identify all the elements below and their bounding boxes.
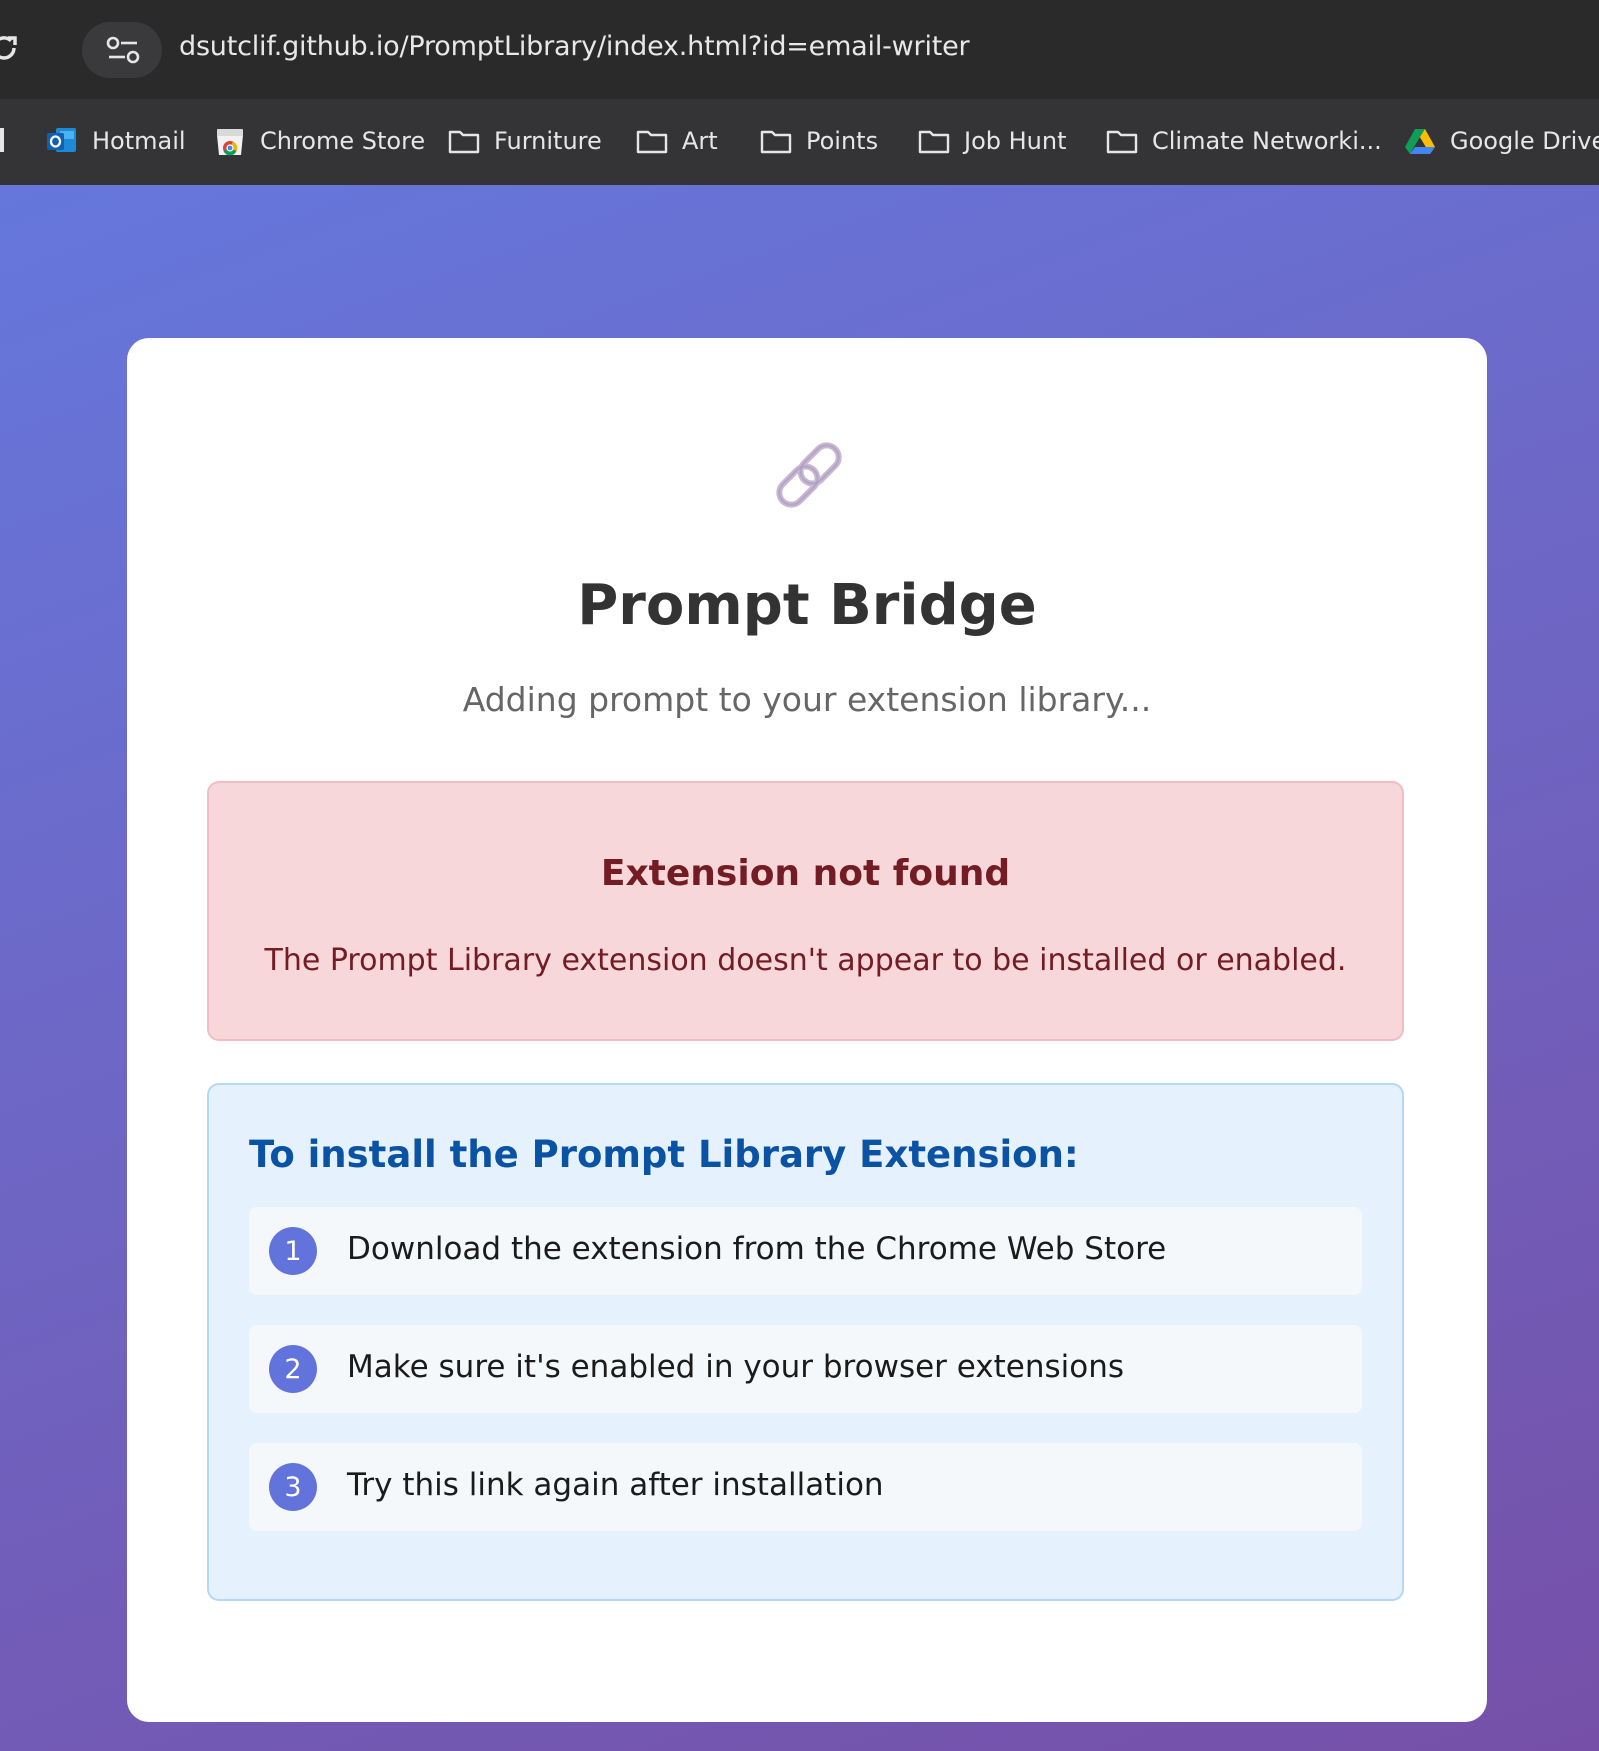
install-step: 2 Make sure it's enabled in your browser… <box>249 1325 1362 1413</box>
folder-icon <box>636 126 668 156</box>
step-number-badge: 1 <box>269 1227 317 1275</box>
bookmark-folder-job-hunt[interactable]: Job Hunt <box>918 124 1067 158</box>
folder-icon <box>448 126 480 156</box>
url-field[interactable]: dsutclif.github.io/PromptLibrary/index.h… <box>179 31 970 62</box>
main-card: Prompt Bridge Adding prompt to your exte… <box>127 338 1487 1722</box>
google-drive-icon <box>1404 126 1436 156</box>
bookmark-label: Hotmail <box>92 127 186 155</box>
error-alert: Extension not found The Prompt Library e… <box>207 781 1404 1041</box>
page-background: Prompt Bridge Adding prompt to your exte… <box>0 185 1599 1751</box>
step-text: Try this link again after installation <box>347 1467 884 1503</box>
truncated-bookmark[interactable] <box>0 128 4 152</box>
step-text: Download the extension from the Chrome W… <box>347 1231 1167 1267</box>
bookmark-folder-art[interactable]: Art <box>636 124 718 158</box>
install-title: To install the Prompt Library Extension: <box>249 1133 1079 1176</box>
install-instructions: To install the Prompt Library Extension:… <box>207 1083 1404 1601</box>
site-info-button[interactable] <box>82 22 162 78</box>
folder-icon <box>1106 126 1138 156</box>
bookmark-label: Job Hunt <box>964 127 1067 155</box>
bookmark-folder-climate[interactable]: Climate Networki... <box>1106 124 1382 158</box>
outlook-icon <box>46 126 78 156</box>
step-text: Make sure it's enabled in your browser e… <box>347 1349 1125 1385</box>
bookmark-label: Chrome Store <box>260 127 426 155</box>
bookmark-label: Points <box>806 127 879 155</box>
error-title: Extension not found <box>600 853 1011 894</box>
link-icon <box>776 442 842 508</box>
page-title: Prompt Bridge <box>577 573 1037 638</box>
bookmark-label: Climate Networki... <box>1152 127 1382 155</box>
step-number-badge: 2 <box>269 1345 317 1393</box>
browser-address-bar: dsutclif.github.io/PromptLibrary/index.h… <box>0 0 1599 99</box>
install-step: 1 Download the extension from the Chrome… <box>249 1207 1362 1295</box>
bookmark-folder-furniture[interactable]: Furniture <box>448 124 602 158</box>
bookmark-chrome-store[interactable]: Chrome Store <box>214 124 425 158</box>
step-number-badge: 3 <box>269 1463 317 1511</box>
tune-icon <box>106 36 140 64</box>
install-step: 3 Try this link again after installation <box>249 1443 1362 1531</box>
bookmark-label: Google Drive <box>1450 127 1599 155</box>
error-message: The Prompt Library extension doesn't app… <box>264 943 1347 978</box>
bookmark-hotmail[interactable]: Hotmail <box>46 124 186 158</box>
bookmark-google-drive[interactable]: Google Drive <box>1404 124 1599 158</box>
reload-icon[interactable] <box>0 30 22 66</box>
bookmark-folder-points[interactable]: Points <box>760 124 878 158</box>
chrome-store-icon <box>214 126 246 156</box>
page-subtitle: Adding prompt to your extension library.… <box>462 680 1152 719</box>
folder-icon <box>760 126 792 156</box>
folder-icon <box>918 126 950 156</box>
bookmark-label: Furniture <box>494 127 602 155</box>
bookmark-label: Art <box>682 127 718 155</box>
